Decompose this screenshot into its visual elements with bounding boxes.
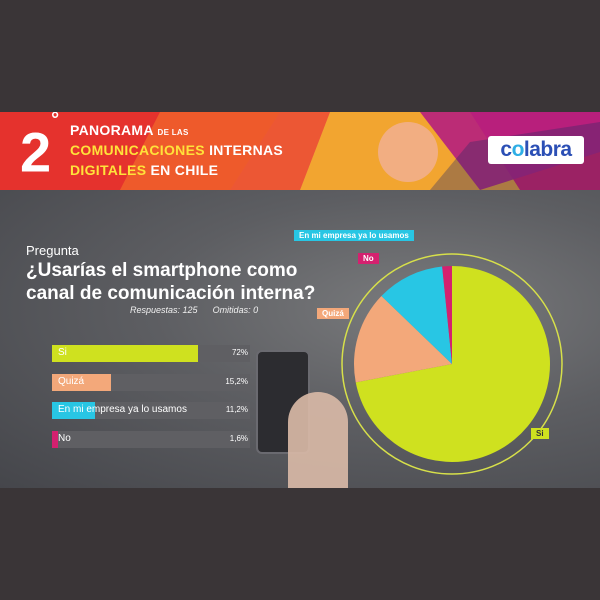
pie-chart: [341, 253, 563, 475]
pie-label-empresa: En mi empresa ya lo usamos: [294, 230, 414, 241]
pie-label-quiza: Quizá: [317, 308, 349, 319]
pie-label-si: Si: [531, 428, 549, 439]
infographic: 2° PANORAMA DE LAS COMUNICACIONES INTERN…: [0, 112, 600, 488]
pie-label-no: No: [358, 253, 379, 264]
